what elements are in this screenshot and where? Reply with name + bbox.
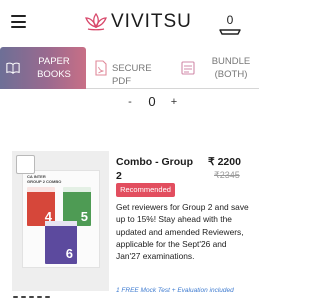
product-old-price: ₹2345 [214,170,240,180]
brand-name: VIVITSU [111,11,192,32]
product-price: ₹ 2200 [208,156,241,168]
cart-count: 0 [226,13,234,27]
decrement-button[interactable]: - [123,95,137,109]
book-number-5: 5 [80,209,88,224]
book-cover-6: 6 [45,221,77,264]
book-number-6: 6 [65,246,73,261]
tab-paper-books[interactable]: PAPER BOOKS [0,47,86,89]
tab-bundle-both-label: BUNDLE (BOTH) [211,56,251,80]
select-product-checkbox[interactable] [16,155,35,174]
pdf-file-icon [95,60,107,76]
quantity-value: 0 [148,94,156,109]
quantity-stepper: - 0 + [118,93,184,113]
open-book-icon [6,62,20,74]
cover-heading: CA INTER GROUP 2 COMBO [27,174,62,184]
bundle-box-icon [181,61,195,75]
increment-button[interactable]: + [167,95,181,109]
tab-paper-books-label: PAPER BOOKS [37,56,71,80]
tab-secure-pdf-label: SECURE PDF [112,63,152,87]
hamburger-menu-icon[interactable] [11,15,26,28]
recommended-badge: Recommended [116,183,175,197]
tab-bundle-both[interactable]: BUNDLE (BOTH) [172,47,259,89]
product-title[interactable]: Combo - Group 2 [116,155,196,183]
app-header: VIVITSU 0 [0,0,259,46]
format-tabs: PAPER BOOKS SECURE PDF BUNDLE (BOTH) [0,47,259,89]
lotus-logo-icon [85,12,107,31]
carousel-indicator [13,294,73,300]
brand-logo[interactable]: VIVITSU [84,10,192,34]
tab-secure-pdf[interactable]: SECURE PDF [86,47,172,89]
mock-test-note: 1 FREE Mock Test + Evaluation included [116,287,234,294]
product-description: Get reviewers for Group 2 and save up to… [116,202,249,262]
cart-button[interactable]: 0 [217,11,243,35]
product-cover-image: CA INTER GROUP 2 COMBO 4 5 6 [22,170,100,268]
